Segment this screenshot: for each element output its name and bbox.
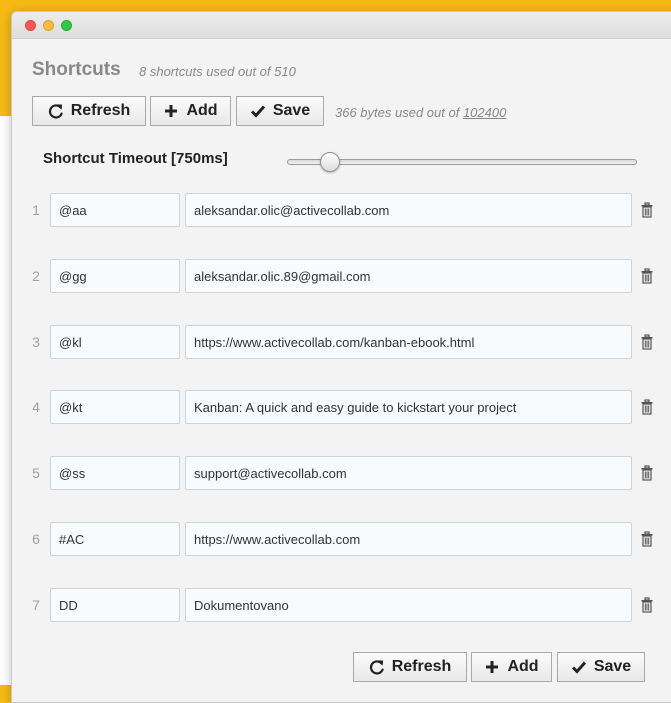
app-window: Shortcuts 8 shortcuts used out of 510 Re…: [11, 11, 671, 703]
row-number: 5: [32, 465, 40, 481]
shortcut-key-input[interactable]: [50, 456, 180, 490]
save-button-bottom[interactable]: Save: [557, 652, 645, 682]
title-bar: [12, 12, 671, 39]
storage-limit-link[interactable]: 102400: [463, 105, 506, 120]
shortcut-key-input[interactable]: [50, 193, 180, 227]
shortcut-value-input[interactable]: [185, 456, 632, 490]
zoom-window-button[interactable]: [61, 20, 72, 31]
shortcut-key-input[interactable]: [50, 390, 180, 424]
trash-icon[interactable]: [639, 268, 655, 284]
refresh-icon: [48, 103, 64, 119]
shortcut-row: 6: [12, 522, 671, 556]
trash-icon[interactable]: [639, 334, 655, 350]
timeout-label: Shortcut Timeout [750ms]: [43, 150, 228, 167]
check-icon: [571, 659, 587, 675]
refresh-button-bottom[interactable]: Refresh: [353, 652, 467, 682]
save-button[interactable]: Save: [236, 96, 324, 126]
trash-icon[interactable]: [639, 465, 655, 481]
shortcut-value-input[interactable]: [185, 325, 632, 359]
minimize-window-button[interactable]: [43, 20, 54, 31]
refresh-label: Refresh: [70, 102, 131, 119]
page-title: Shortcuts: [32, 59, 121, 80]
save-label: Save: [272, 102, 311, 119]
row-number: 4: [32, 399, 40, 415]
close-window-button[interactable]: [25, 20, 36, 31]
row-number: 6: [32, 531, 40, 547]
timeout-slider-thumb[interactable]: [320, 152, 340, 172]
shortcut-row: 5: [12, 456, 671, 490]
shortcut-value-input[interactable]: [185, 522, 632, 556]
row-number: 1: [32, 202, 40, 218]
refresh-icon: [369, 659, 385, 675]
trash-icon[interactable]: [639, 597, 655, 613]
shortcut-value-input[interactable]: [185, 588, 632, 622]
shortcut-row: 3: [12, 325, 671, 359]
trash-icon[interactable]: [639, 399, 655, 415]
shortcut-key-input[interactable]: [50, 522, 180, 556]
shortcut-count: 8 shortcuts used out of 510: [139, 64, 296, 79]
row-number: 3: [32, 334, 40, 350]
shortcut-key-input[interactable]: [50, 588, 180, 622]
storage-usage: 366 bytes used out of 102400: [335, 105, 506, 120]
add-label: Add: [507, 658, 539, 675]
add-button[interactable]: Add: [150, 96, 231, 126]
shortcut-value-input[interactable]: [185, 193, 632, 227]
check-icon: [250, 103, 266, 119]
refresh-label: Refresh: [391, 658, 452, 675]
plus-icon: [163, 103, 179, 119]
trash-icon[interactable]: [639, 202, 655, 218]
row-number: 7: [32, 597, 40, 613]
shortcut-value-input[interactable]: [185, 259, 632, 293]
refresh-button[interactable]: Refresh: [32, 96, 146, 126]
shortcut-row: 1: [12, 193, 671, 227]
save-label: Save: [593, 658, 632, 675]
shortcut-key-input[interactable]: [50, 259, 180, 293]
shortcut-row: 2: [12, 259, 671, 293]
trash-icon[interactable]: [639, 531, 655, 547]
shortcut-key-input[interactable]: [50, 325, 180, 359]
shortcut-value-input[interactable]: [185, 390, 632, 424]
storage-usage-text: 366 bytes used out of: [335, 105, 463, 120]
plus-icon: [484, 659, 500, 675]
shortcut-row: 7: [12, 588, 671, 622]
shortcut-row: 4: [12, 390, 671, 424]
add-button-bottom[interactable]: Add: [471, 652, 552, 682]
row-number: 2: [32, 268, 40, 284]
add-label: Add: [186, 102, 218, 119]
